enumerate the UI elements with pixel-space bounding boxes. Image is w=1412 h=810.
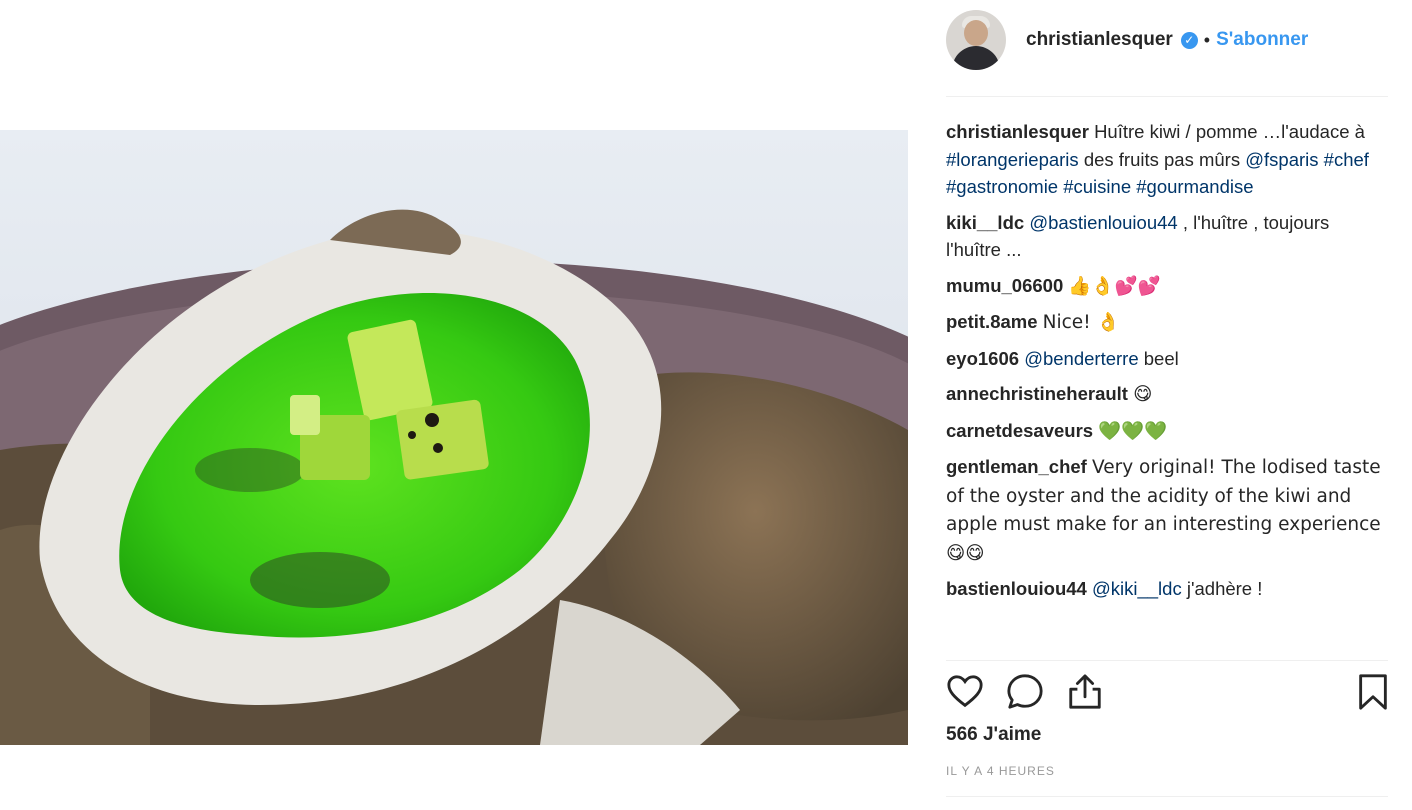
comment-username[interactable]: carnetdesaveurs [946, 420, 1093, 441]
comment-item: bastienlouiou44 @kiki__ldc j'adhère ! [946, 575, 1388, 603]
comment-text: beel [1143, 347, 1179, 369]
header-username[interactable]: christianlesquer [1026, 29, 1173, 51]
comments-divider [946, 660, 1388, 661]
hashtag-link[interactable]: #gastronomie [946, 176, 1058, 197]
comment-item: eyo1606 @benderterre beel [946, 345, 1388, 373]
comment-text: 😋 [1133, 384, 1153, 405]
comment-text: 💚💚💚 [1098, 420, 1168, 442]
comment-username[interactable]: bastienlouiou44 [946, 578, 1087, 599]
likes-count[interactable]: 566 J'aime [946, 724, 1041, 746]
comment-text: j'adhère ! [1186, 578, 1263, 599]
post-image[interactable] [0, 130, 908, 745]
comment-username[interactable]: mumu_06600 [946, 275, 1063, 296]
bookmark-icon[interactable] [1354, 672, 1392, 712]
action-bar [946, 672, 1388, 712]
comment-bubble-icon[interactable] [1006, 672, 1044, 712]
comment-item: annechristineherault 😋 [946, 380, 1388, 409]
comment-username[interactable]: gentleman_chef [946, 456, 1087, 477]
hashtag-link[interactable]: #gourmandise [1136, 176, 1253, 197]
post-timestamp[interactable]: IL Y A 4 HEURES [946, 764, 1055, 778]
caption-text-2: des fruits pas mûrs [1083, 148, 1241, 170]
follow-button[interactable]: S'abonner [1216, 29, 1308, 51]
hashtag-link[interactable]: #cuisine [1063, 176, 1131, 197]
mention-link[interactable]: @fsparis [1245, 149, 1318, 170]
comment-item: mumu_06600 👍👌💕💕 [946, 272, 1388, 301]
share-icon[interactable] [1066, 672, 1104, 712]
caption-username[interactable]: christianlesquer [946, 121, 1089, 142]
header-divider [946, 96, 1388, 97]
comment-username[interactable]: eyo1606 [946, 348, 1019, 369]
comments-list[interactable]: christianlesquer Huître kiwi / pomme …l'… [946, 118, 1388, 658]
footer-divider [946, 796, 1388, 797]
oyster-photo [0, 130, 908, 745]
comment-username[interactable]: kiki__ldc [946, 212, 1024, 233]
comment-item: carnetdesaveurs 💚💚💚 [946, 417, 1388, 446]
hashtag-link[interactable]: #chef [1324, 149, 1369, 170]
comment-username[interactable]: petit.8ame [946, 311, 1038, 332]
comment-item: kiki__ldc @bastienlouiou44 , l'huître , … [946, 209, 1388, 264]
mention-link[interactable]: @kiki__ldc [1092, 578, 1182, 599]
post-header: christianlesquer ✓ • S'abonner [946, 6, 1388, 74]
caption-text-1: Huître kiwi / pomme …l'audace à [1094, 121, 1365, 142]
comment-item: gentleman_chef Very original! The lodise… [946, 453, 1388, 567]
comment-item: petit.8ame Nice! 👌 [946, 308, 1388, 337]
comment-text: 👍👌💕💕 [1068, 275, 1161, 297]
separator-dot: • [1203, 29, 1211, 50]
caption: christianlesquer Huître kiwi / pomme …l'… [946, 118, 1388, 201]
heart-icon[interactable] [946, 672, 984, 712]
verified-badge-icon: ✓ [1180, 31, 1198, 49]
comment-username[interactable]: annechristineherault [946, 383, 1128, 404]
comment-text: Nice! 👌 [1042, 312, 1120, 333]
mention-link[interactable]: @benderterre [1024, 348, 1138, 369]
hashtag-link[interactable]: #lorangerieparis [946, 149, 1079, 170]
avatar[interactable] [946, 10, 1006, 70]
mention-link[interactable]: @bastienlouiou44 [1029, 212, 1177, 233]
